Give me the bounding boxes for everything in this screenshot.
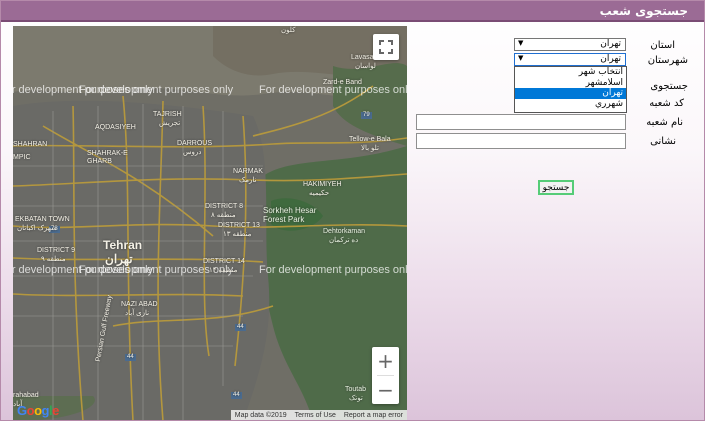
- chevron-down-icon: ▼: [518, 54, 524, 62]
- map-label-narmak-fa: نارمک: [239, 177, 257, 184]
- map-label-district9: DISTRICT 9: [37, 247, 75, 254]
- map-label-district8-fa: منطقه ۸: [211, 212, 236, 219]
- address-input[interactable]: [416, 133, 626, 149]
- map-label-district14-fa: منطقه ۱۴: [209, 267, 238, 274]
- map-label-district13-fa: منطقه ۱۳: [223, 231, 252, 238]
- map-data-text: Map data ©2019: [234, 412, 287, 419]
- map-label-tehran-fa: تهران: [105, 252, 133, 266]
- address-label: نشانی: [650, 136, 676, 147]
- map-label-district9-fa: منطقه ۹: [41, 256, 66, 263]
- province-select-value: تهران: [600, 39, 621, 49]
- map-road-shield: 79: [363, 112, 370, 118]
- app-window: جستجوی شعب For development purposes only…: [0, 0, 705, 421]
- map-label-forest-park: Sorkheh Hesar Forest Park: [263, 206, 317, 224]
- map-label-dehtorkaman: Dehtorkaman: [323, 228, 366, 235]
- chevron-down-icon: ▼: [518, 39, 524, 47]
- city-option[interactable]: شهرري: [515, 99, 626, 110]
- map-label-toutab: Toutab: [345, 386, 367, 393]
- map-label-district8: DISTRICT 8: [205, 203, 243, 210]
- map-label-district13: DISTRICT 13: [218, 222, 260, 229]
- zoom-in-button[interactable]: +: [372, 347, 399, 375]
- map-view[interactable]: For development purposes only For develo…: [13, 26, 407, 420]
- map-label-tajrish-fa: تجریش: [159, 120, 181, 127]
- map-label-tehran: Tehran: [103, 238, 143, 252]
- map-label-hakimiyeh-fa: حکیمیه: [309, 190, 330, 197]
- map-label-toutab-fa: توتک: [349, 395, 363, 402]
- map-label-tellow-fa: تلو بالا: [361, 145, 379, 152]
- branch-name-label: نام شعبه: [646, 117, 683, 128]
- map-label-district14: DISTRICT 14: [203, 258, 245, 265]
- map-label-aqdasiyeh: AQDASIYEH: [95, 124, 136, 131]
- fullscreen-button[interactable]: [373, 34, 399, 60]
- google-logo-letter: g: [41, 403, 50, 418]
- title-bar: جستجوی شعب: [1, 1, 704, 22]
- map-road-shield: 44: [233, 392, 240, 398]
- map-label-kolun-fa: کلون: [281, 27, 296, 34]
- terms-of-use-link[interactable]: Terms of Use: [295, 412, 336, 419]
- map-label-lavasan-fa: لواسان: [355, 63, 376, 70]
- zoom-control: + −: [372, 347, 399, 404]
- map-label-mpic: MPIC: [13, 154, 31, 161]
- map-label-nazi-abad: NAZI ABAD: [121, 301, 158, 308]
- city-option[interactable]: انتخاب شهر: [515, 67, 626, 78]
- google-logo-letter: o: [34, 403, 42, 418]
- page-title: جستجوی شعب: [599, 4, 688, 18]
- map-attribution: Map data ©2019 Terms of Use Report a map…: [230, 410, 407, 420]
- map-label-shahran: SHAHRAN: [13, 141, 48, 148]
- map-road-shield: 78: [51, 226, 58, 232]
- google-logo-letter: e: [52, 403, 59, 418]
- report-map-error-link[interactable]: Report a map error: [344, 412, 403, 419]
- dev-watermark: For development purposes only: [259, 264, 407, 276]
- map-label-hakimiyeh: HAKIMIYEH: [303, 181, 342, 188]
- map-label-zard-e-band: Zard-e Band: [323, 79, 362, 86]
- map-label-narmak: NARMAK: [233, 168, 263, 175]
- branch-name-input[interactable]: [416, 114, 626, 130]
- map-road-shield: 44: [237, 324, 244, 330]
- fullscreen-icon: [379, 40, 393, 54]
- city-select[interactable]: ▼ تهران: [514, 53, 626, 66]
- map-label-darrous-fa: دروس: [183, 149, 202, 156]
- province-label: استان: [650, 40, 675, 51]
- map-label-darrous: DARROUS: [177, 140, 213, 147]
- province-select[interactable]: ▼ تهران: [514, 38, 626, 51]
- map-road-shield: 44: [127, 354, 134, 360]
- city-dropdown-list: انتخاب شهر اسلامشهر تهران شهرري: [514, 66, 627, 113]
- map-label-tellow: Tellow-e Bala: [349, 136, 391, 143]
- city-label: شهرستان: [647, 55, 688, 66]
- zoom-out-button[interactable]: −: [372, 376, 399, 404]
- city-select-value: تهران: [600, 54, 621, 64]
- map-label-ekbatan: EKBATAN TOWN: [15, 216, 70, 223]
- map-label-tajrish: TAJRISH: [153, 111, 182, 118]
- search-text-label: جستجوی: [650, 81, 688, 92]
- map-label-nazi-abad-fa: نازی آباد: [125, 310, 150, 317]
- city-option[interactable]: اسلامشهر: [515, 78, 626, 89]
- google-logo-letter: G: [17, 403, 27, 418]
- google-logo-letter: o: [26, 403, 35, 418]
- map-label-shahrak-gharb: SHAHRAK-E GHARB: [87, 150, 128, 165]
- city-option-selected[interactable]: تهران: [515, 88, 626, 99]
- dev-watermark: For development purposes only: [79, 84, 234, 96]
- search-button[interactable]: جستجو: [538, 180, 574, 195]
- map-label-dehtorkaman-fa: ده ترکمان: [329, 237, 359, 244]
- branch-code-label: کد شعبه: [649, 98, 684, 109]
- google-logo[interactable]: Google: [17, 403, 59, 418]
- map-label-rahabad: rahabad: [13, 392, 39, 399]
